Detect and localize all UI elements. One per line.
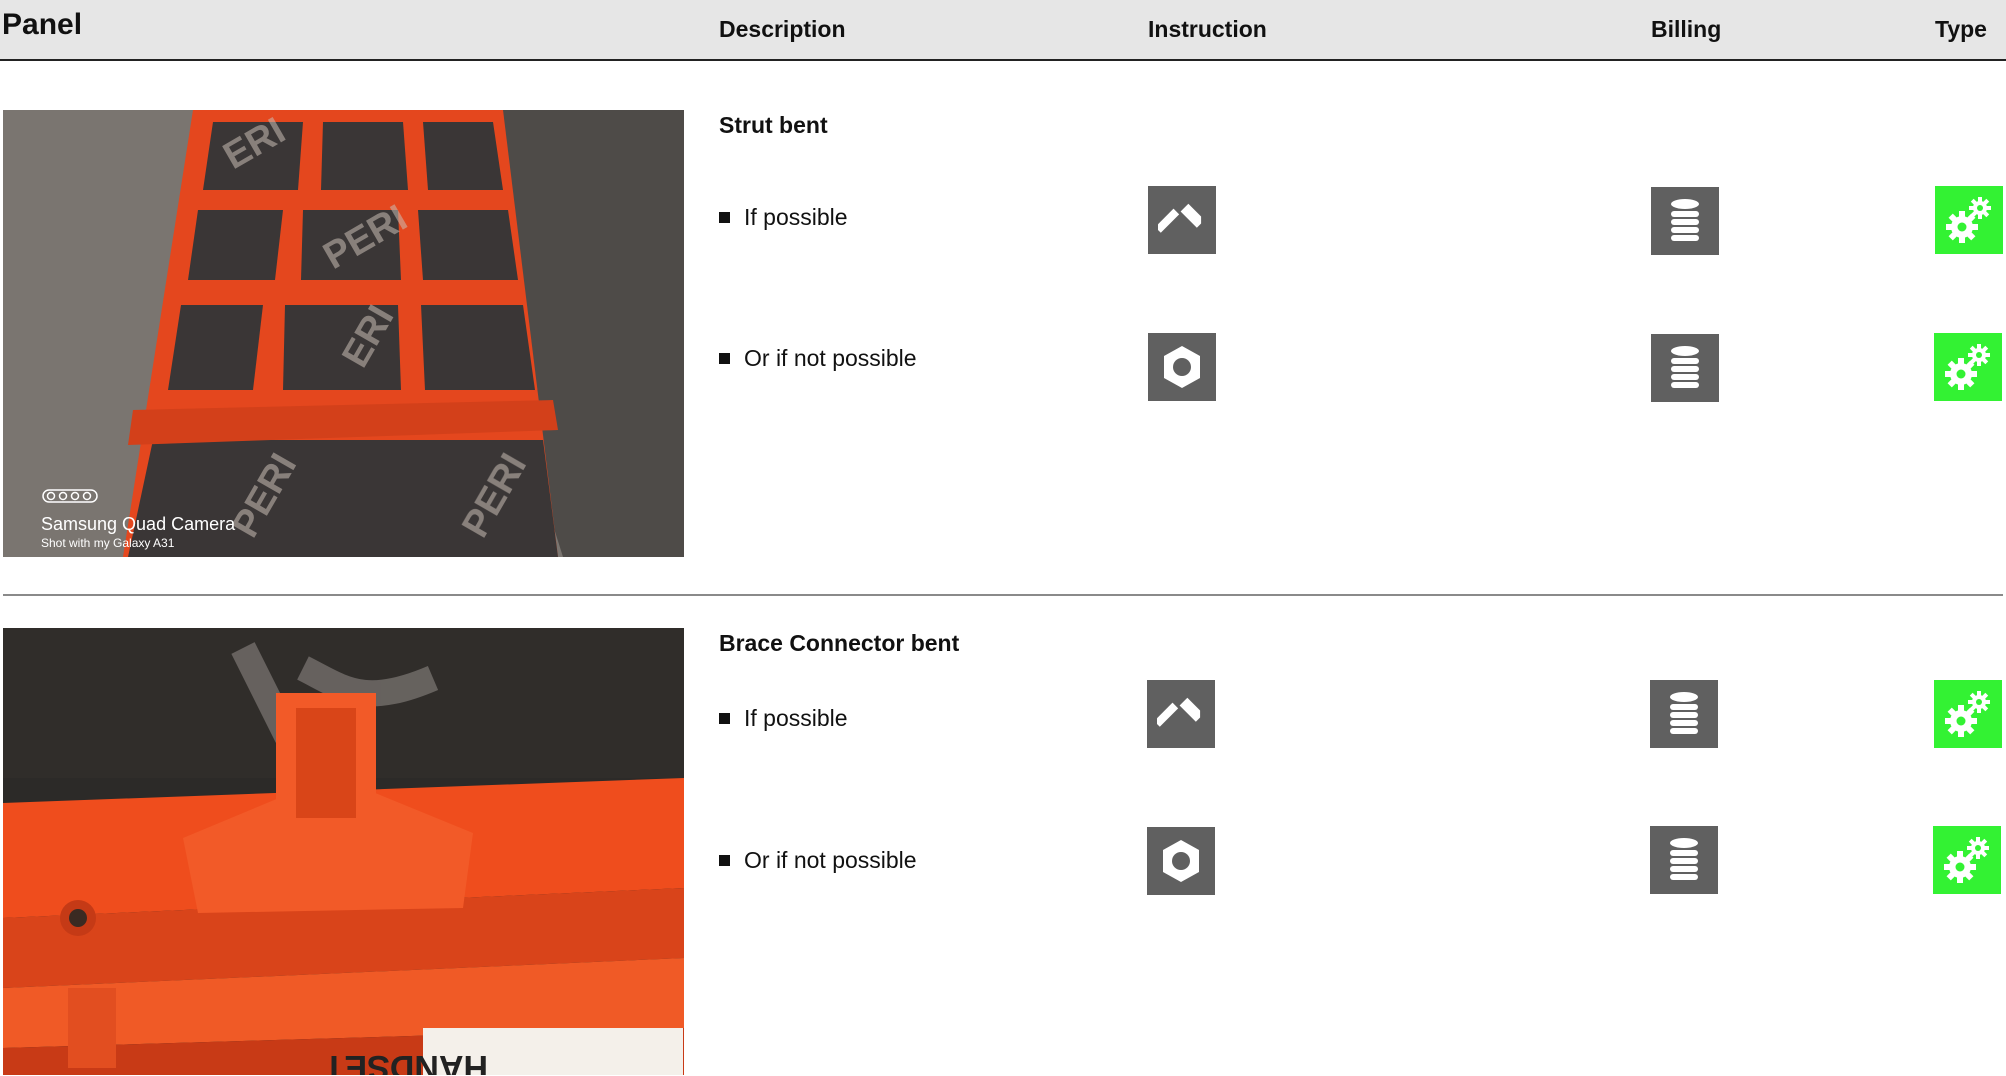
coin-stack-icon xyxy=(1651,187,1719,255)
option-if-not-possible: Or if not possible xyxy=(719,847,917,874)
option-text: Or if not possible xyxy=(744,847,917,873)
bullet-square xyxy=(719,212,730,223)
gears-icon xyxy=(1933,826,2001,894)
option-if-possible: If possible xyxy=(719,705,848,732)
brace-connector-photo: HANDSET xyxy=(3,628,684,1075)
hammer-icon xyxy=(1147,680,1215,748)
row-divider xyxy=(3,594,2003,596)
damage-title: Brace Connector bent xyxy=(719,630,960,656)
gears-icon xyxy=(1934,333,2002,401)
photo-subcaption: Shot with my Galaxy A31 xyxy=(41,536,175,550)
bullet-square xyxy=(719,855,730,866)
hex-nut-icon xyxy=(1147,827,1215,895)
hammer-icon xyxy=(1148,186,1216,254)
coin-stack-icon xyxy=(1650,680,1718,748)
gears-icon xyxy=(1935,186,2003,254)
bullet-square xyxy=(719,353,730,364)
hex-nut-icon xyxy=(1148,333,1216,401)
photo-caption: Samsung Quad Camera xyxy=(41,514,236,534)
strut-bent-photo: ERI PERI ERI PERI PERI Samsung Quad Came… xyxy=(3,110,684,557)
option-if-possible: If possible xyxy=(719,204,848,231)
option-text: Or if not possible xyxy=(744,345,917,371)
header-panel: Panel xyxy=(2,8,83,41)
header-description: Description xyxy=(719,16,846,42)
photo-label: HANDSET xyxy=(323,1048,488,1075)
damage-title: Strut bent xyxy=(719,112,828,138)
bullet-square xyxy=(719,713,730,724)
header-billing: Billing xyxy=(1651,16,1722,42)
coin-stack-icon xyxy=(1651,334,1719,402)
header-instruction: Instruction xyxy=(1148,16,1267,42)
gears-icon xyxy=(1934,680,2002,748)
header-type: Type xyxy=(1935,16,1987,42)
option-text: If possible xyxy=(744,705,848,731)
coin-stack-icon xyxy=(1650,826,1718,894)
table-header: Panel Description Instruction Billing Ty… xyxy=(0,0,2006,61)
option-if-not-possible: Or if not possible xyxy=(719,345,917,372)
option-text: If possible xyxy=(744,204,848,230)
